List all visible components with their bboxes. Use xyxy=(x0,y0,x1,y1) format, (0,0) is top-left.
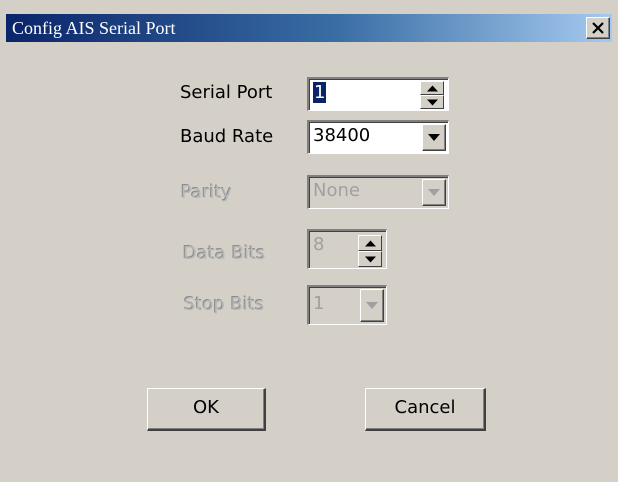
stop-bits-label: Stop Bits xyxy=(184,294,265,315)
data-bits-up-button[interactable] xyxy=(358,235,382,251)
parity-dropdown[interactable]: None xyxy=(307,175,449,209)
data-bits-label: Data Bits xyxy=(183,243,266,264)
baud-rate-dropdown[interactable]: 38400 xyxy=(307,120,449,154)
stop-bits-value: 1 xyxy=(313,293,325,314)
chevron-down-icon xyxy=(366,302,378,309)
chevron-down-icon xyxy=(428,134,440,141)
close-button[interactable] xyxy=(586,17,610,39)
dialog-title: Config AIS Serial Port xyxy=(12,18,176,38)
spin-down-icon xyxy=(427,99,438,106)
chevron-down-icon xyxy=(428,189,440,196)
serial-port-down-button[interactable] xyxy=(420,95,444,109)
spin-down-icon xyxy=(365,256,376,263)
baud-rate-label: Baud Rate xyxy=(180,126,274,147)
spin-up-icon xyxy=(427,85,438,92)
close-icon xyxy=(592,22,604,34)
parity-value: None xyxy=(313,180,360,201)
serial-port-value[interactable]: 1 xyxy=(313,82,327,103)
data-bits-value: 8 xyxy=(313,234,325,255)
serial-port-up-button[interactable] xyxy=(420,81,444,95)
stop-bits-dropdown-button[interactable] xyxy=(360,289,384,322)
data-bits-down-button[interactable] xyxy=(358,251,382,267)
baud-rate-dropdown-button[interactable] xyxy=(422,124,446,151)
config-serial-port-dialog: Config AIS Serial Port Serial Port 1 Bau… xyxy=(0,0,618,482)
serial-port-spin-buttons xyxy=(420,81,444,109)
serial-port-label: Serial Port xyxy=(180,82,273,103)
ok-button[interactable]: OK xyxy=(147,388,266,431)
stop-bits-dropdown[interactable]: 1 xyxy=(307,285,387,325)
baud-rate-value: 38400 xyxy=(313,125,371,146)
serial-port-spinner[interactable]: 1 xyxy=(307,77,449,111)
data-bits-spinner[interactable]: 8 xyxy=(307,229,387,269)
data-bits-spin-buttons xyxy=(358,233,382,267)
parity-label: Parity xyxy=(181,182,233,203)
title-bar[interactable]: Config AIS Serial Port xyxy=(6,14,612,42)
spin-up-icon xyxy=(365,240,376,247)
cancel-button[interactable]: Cancel xyxy=(365,388,486,431)
parity-dropdown-button[interactable] xyxy=(422,179,446,206)
